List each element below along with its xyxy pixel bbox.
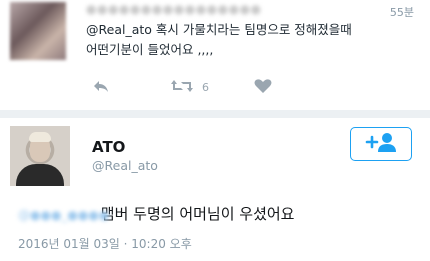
follow-button[interactable] bbox=[350, 127, 412, 161]
retweet-button[interactable] bbox=[170, 78, 194, 94]
like-button[interactable] bbox=[254, 78, 272, 94]
avatar-hair bbox=[29, 132, 51, 142]
reply-author-name-blurred: ●●●●●●●●●●●●●●●● bbox=[86, 2, 262, 16]
reply-button[interactable] bbox=[92, 78, 110, 94]
reply-author-avatar[interactable] bbox=[10, 2, 66, 60]
reply-tweet[interactable]: ●●●●●●●●●●●●●●●● 55분 @Real_ato 혹시 가물치라는 … bbox=[0, 0, 430, 110]
retweet-icon bbox=[170, 78, 194, 94]
reply-text-line2: 어떤기분이 들었어요 ,,,, bbox=[86, 42, 214, 57]
avatar-shoulders bbox=[16, 164, 64, 186]
reply-icon bbox=[92, 78, 110, 94]
reply-actions: 6 bbox=[86, 78, 286, 98]
tweet-body: 맴버 두명의 어머님이 우셨어요 bbox=[100, 205, 295, 223]
author-avatar[interactable] bbox=[10, 126, 70, 186]
add-user-icon bbox=[364, 131, 398, 157]
author-handle[interactable]: @Real_ato bbox=[92, 158, 158, 173]
reply-tweet-text: @Real_ato 혹시 가물치라는 팀명으로 정해졌을때 어떤기분이 들었어요… bbox=[86, 20, 406, 60]
reply-timestamp[interactable]: 55분 bbox=[390, 4, 414, 20]
tweet-divider bbox=[0, 110, 430, 118]
heart-icon bbox=[254, 78, 272, 94]
reply-text-line1: 혹시 가물치라는 팀명으로 정해졌을때 bbox=[151, 22, 352, 37]
author-display-name[interactable]: ATO bbox=[92, 138, 125, 156]
mention-link[interactable]: @Real_ato bbox=[86, 22, 152, 37]
blurred-mention[interactable]: @●●●_●●●● bbox=[18, 208, 109, 222]
retweet-count: 6 bbox=[202, 81, 209, 94]
tweet-timestamp[interactable]: 2016년 01월 03일 · 10:20 오후 bbox=[18, 235, 192, 252]
tweet-text: @●●●_●●●● 맴버 두명의 어머님이 우셨어요 bbox=[18, 203, 295, 224]
